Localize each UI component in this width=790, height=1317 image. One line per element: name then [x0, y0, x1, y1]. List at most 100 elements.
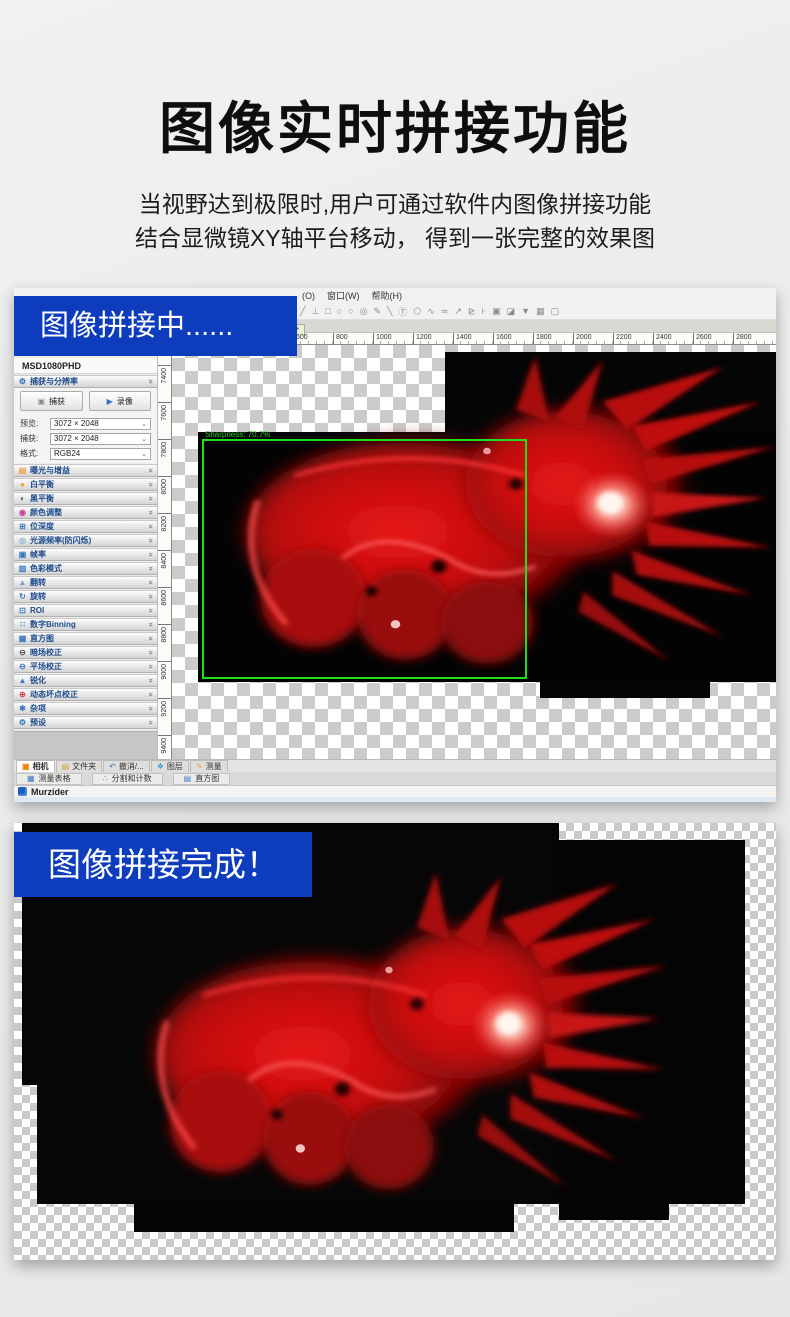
panel-label: 杂项: [30, 703, 146, 714]
tool-icon[interactable]: ⊵: [468, 306, 476, 317]
workspace-tab[interactable]: ✎ 测量: [190, 760, 228, 772]
page-header: 图像实时拼接功能 当视野达到极限时,用户可通过软件内图像拼接功能 结合显微镜XY…: [0, 84, 790, 255]
sidebar-panel-header[interactable]: ✱ 杂项 »: [14, 702, 157, 715]
expand-icon: »: [146, 622, 155, 626]
sidebar-panel-header[interactable]: ▥ 色彩模式 »: [14, 562, 157, 575]
tool-icon[interactable]: ╱: [300, 306, 305, 317]
ruler-label: 9200: [158, 698, 171, 735]
resolution-fields: 预览: 3072 × 2048 ⌄ 捕获: 3072 × 2048: [14, 414, 157, 463]
workspace-tab[interactable]: ▤ 文件夹: [56, 760, 103, 772]
panel-icon: ▲: [18, 578, 27, 587]
sidebar-panel-header[interactable]: ◐ 黑平衡 »: [14, 492, 157, 505]
field-value: 3072 × 2048: [54, 434, 99, 443]
tool-icon[interactable]: ○: [337, 306, 342, 316]
tool-icon[interactable]: ▢: [551, 306, 560, 317]
tool-icon[interactable]: ✎: [373, 306, 381, 317]
sidebar-panel-header[interactable]: ▲ 锐化 »: [14, 674, 157, 687]
sidebar-panel-header[interactable]: ◎ 光源频率(防闪烁) »: [14, 534, 157, 547]
workspace-tab[interactable]: ↶ 撤消/...: [103, 760, 150, 772]
menu-item[interactable]: (O): [302, 291, 315, 301]
tab-label: 撤消/...: [119, 761, 144, 772]
workspace-tab[interactable]: ▣ 相机: [16, 760, 55, 772]
tool-icon[interactable]: ▼: [521, 306, 530, 316]
sidebar-panel-header[interactable]: ⊡ ROI »: [14, 604, 157, 617]
page-subtitle-line1: 当视野达到极限时,用户可通过软件内图像拼接功能: [0, 187, 790, 221]
tool-icon[interactable]: ▦: [536, 306, 545, 317]
panel-label: 翻转: [30, 577, 146, 588]
sidebar-panel-header[interactable]: ● 白平衡 »: [14, 478, 157, 491]
tool-icon[interactable]: ◎: [360, 306, 368, 317]
record-button[interactable]: ▶ 录像: [89, 391, 152, 411]
panel-label: 黑平衡: [30, 493, 146, 504]
panel-icon: ✱: [18, 704, 27, 713]
field-row: 预览: 3072 × 2048 ⌄: [14, 416, 157, 431]
tool-icon[interactable]: ○: [348, 306, 353, 316]
menu-item[interactable]: 帮助(H): [372, 289, 403, 302]
capture-button[interactable]: ▣ 捕获: [20, 391, 83, 411]
tab-label: 分割和计数: [112, 773, 152, 784]
ruler-label: 9400: [158, 735, 171, 759]
panel-header-capture-resolution[interactable]: ⚙ 捕获与分辨率 »: [14, 375, 157, 388]
field-select[interactable]: 3072 × 2048 ⌄: [50, 433, 151, 445]
field-row: 捕获: 3072 × 2048 ⌄: [14, 431, 157, 446]
tool-icon[interactable]: ↗: [454, 306, 462, 317]
sidebar-panel-header[interactable]: ⊖ 暗场校正 »: [14, 646, 157, 659]
field-value: RGB24: [54, 449, 80, 458]
panel-icon: ⊖: [18, 648, 27, 657]
menu-item[interactable]: 窗口(W): [327, 289, 360, 302]
field-select[interactable]: 3072 × 2048 ⌄: [50, 418, 151, 430]
panel-label: 锐化: [30, 675, 146, 686]
tool-icon[interactable]: ⬠: [413, 306, 421, 317]
tool-icon[interactable]: □: [325, 306, 330, 316]
workspace-tab[interactable]: ❖ 图层: [151, 760, 189, 772]
tab-label: 测量表格: [39, 773, 71, 784]
sharpness-readout: Sharpness: 70.7%: [205, 430, 270, 439]
ruler-label: 2200: [613, 333, 653, 344]
panel-label: 预设: [30, 717, 146, 728]
tool-icon[interactable]: ≃: [441, 306, 449, 317]
ruler-label: 2000: [573, 333, 613, 344]
panel-icon: ⊡: [18, 606, 27, 615]
collapse-icon: »: [146, 379, 155, 383]
analysis-tab[interactable]: ▤ 直方图: [173, 773, 231, 785]
tool-icon[interactable]: ╲: [387, 306, 392, 317]
stitch-canvas[interactable]: Sharpness: 70.7%: [172, 345, 776, 759]
sidebar-panel-header[interactable]: ∷ 数字Binning »: [14, 618, 157, 631]
workspace-tab-bar: ▣ 相机 ▤ 文件夹 ↶ 撤消/... ❖ 图层: [14, 759, 776, 772]
tool-icon[interactable]: Ⓣ: [398, 305, 407, 318]
capture-panel-body: ▣ 捕获 ▶ 录像 预览:: [14, 388, 157, 463]
panel-label: 动态坏点校正: [30, 689, 146, 700]
expand-icon: »: [146, 552, 155, 556]
tool-icon[interactable]: ⊦: [481, 306, 486, 317]
tool-icon[interactable]: ⊥: [311, 306, 319, 317]
device-name: MSD1080PHD: [14, 358, 157, 374]
expand-icon: »: [146, 510, 155, 514]
analysis-tab[interactable]: ▦ 测量表格: [16, 773, 82, 785]
analysis-tab[interactable]: ∴ 分割和计数: [92, 773, 163, 785]
sidebar-panel-header[interactable]: ⚙ 预设 »: [14, 716, 157, 729]
tab-icon: ✎: [196, 762, 203, 771]
field-select[interactable]: RGB24 ⌄: [50, 448, 151, 460]
field-label: 预览:: [20, 418, 46, 429]
tool-icon[interactable]: ▣: [492, 306, 501, 317]
sidebar-panel-header[interactable]: ▤ 曝光与增益 »: [14, 464, 157, 477]
sidebar-panel-header[interactable]: ▣ 帧率 »: [14, 548, 157, 561]
panel-label: 平场校正: [30, 661, 146, 672]
sidebar-panel-header[interactable]: ⊖ 平场校正 »: [14, 660, 157, 673]
sidebar-panel-header[interactable]: ◉ 颜色调整 »: [14, 506, 157, 519]
sidebar-panel-header[interactable]: ↻ 旋转 »: [14, 590, 157, 603]
panel-label: 旋转: [30, 591, 146, 602]
camera-icon: ▣: [37, 397, 45, 406]
expand-icon: »: [146, 580, 155, 584]
sidebar-panel-header[interactable]: ▦ 直方图 »: [14, 632, 157, 645]
tool-icon[interactable]: ∿: [427, 306, 435, 317]
tool-icon[interactable]: ◪: [507, 306, 516, 317]
murzider-logo: [18, 787, 27, 796]
field-label: 格式:: [20, 448, 46, 459]
tab-icon: ↶: [109, 762, 116, 771]
sidebar-panel-header[interactable]: ▲ 翻转 »: [14, 576, 157, 589]
sidebar-panel-header[interactable]: ⊞ 位深度 »: [14, 520, 157, 533]
sidebar-panel-header[interactable]: ⊕ 动态坏点校正 »: [14, 688, 157, 701]
field-value: 3072 × 2048: [54, 419, 99, 428]
ruler-label: 800: [333, 333, 373, 344]
